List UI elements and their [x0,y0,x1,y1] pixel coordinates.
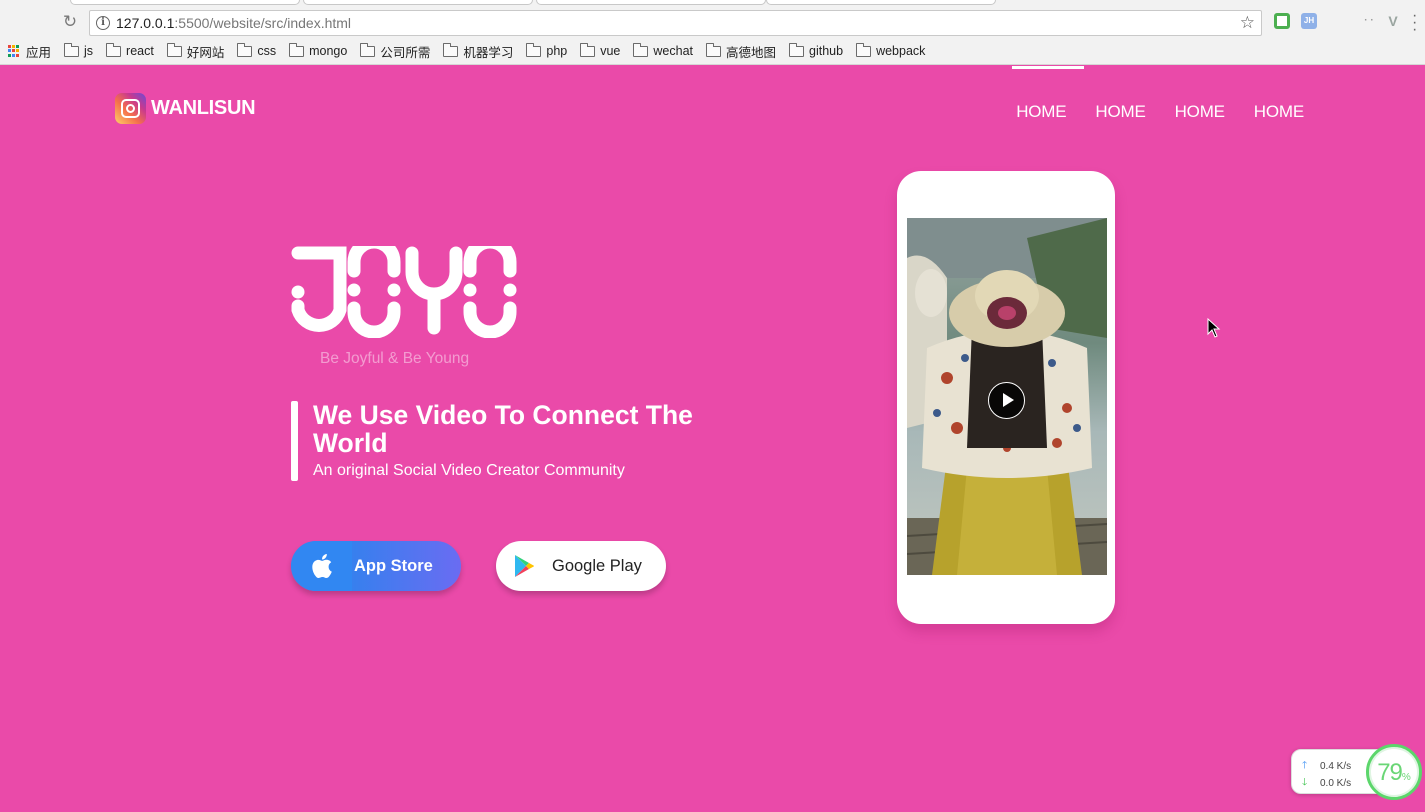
cpu-usage-gauge[interactable]: 79% [1366,744,1422,800]
extension-dots-icon[interactable]: · · [1359,13,1379,29]
folder-icon [705,42,721,57]
bookmark-label: vue [600,44,621,58]
folder-icon [526,42,542,57]
google-play-label: Google Play [552,556,642,575]
url-text[interactable]: 127.0.0.1:5500/website/src/index.html [116,15,351,31]
bookmark-label: 好网站 [186,45,225,60]
bookmarks-bar: 应用 js react 好网站 css mongo 公司所需 机器学习 php … [8,42,938,60]
download-speed: 0.0 K/s [1320,778,1352,789]
bookmark-label: php [546,44,568,58]
headline: We Use Video To Connect The World [313,400,693,458]
bookmark-folder-wechat[interactable]: wechat [633,42,693,58]
folder-icon [443,42,459,57]
folder-icon [633,42,649,57]
download-arrow-icon: 🡓 [1302,777,1308,788]
folder-icon [855,42,872,57]
nav-item-home-3[interactable]: HOME [1175,102,1225,122]
reload-icon[interactable]: ↻ [61,13,79,31]
site-logo[interactable]: WANLISUN [115,93,256,124]
headline-block: We Use Video To Connect The World An ori… [291,400,713,481]
apple-icon [291,541,352,591]
mouse-cursor-icon [1207,317,1221,343]
folder-icon [788,42,805,57]
bookmark-apps[interactable]: 应用 [8,42,51,61]
browser-chrome: ↻ i 127.0.0.1:5500/website/src/index.htm… [0,0,1425,65]
video-preview[interactable] [907,218,1107,575]
url-host: 127.0.0.1 [116,15,175,31]
bookmark-label: 机器学习 [463,45,514,60]
bookmark-label: 应用 [26,45,52,60]
folder-icon [63,42,80,57]
upload-speed-row: 🡑 0.4 K/s [1302,758,1351,775]
bookmark-folder-good-sites[interactable]: 好网站 [166,42,225,61]
upload-arrow-icon: 🡑 [1302,760,1308,771]
bookmark-label: 公司所需 [380,45,431,60]
cpu-percent-value: 79 [1377,759,1403,786]
folder-icon [288,42,305,57]
bookmark-label: wechat [653,44,693,58]
bookmark-label: 高德地图 [726,45,777,60]
joyo-wordmark [290,235,518,343]
extension-jh-icon[interactable]: JH [1301,13,1317,29]
app-store-button[interactable]: App Store [291,541,461,591]
browser-tab[interactable] [70,0,300,5]
bookmark-folder-machine-learning[interactable]: 机器学习 [443,42,513,61]
tagline: Be Joyful & Be Young [320,350,470,367]
bookmark-folder-css[interactable]: css [237,42,277,58]
instagram-camera-icon [115,93,146,124]
browser-tab[interactable] [303,0,533,5]
subheadline: An original Social Video Creator Communi… [313,462,625,479]
headline-accent-bar [291,401,298,481]
bookmark-folder-amap[interactable]: 高德地图 [705,42,777,61]
bookmark-label: css [257,44,277,58]
cpu-percent-sign: % [1401,772,1411,783]
download-speed-row: 🡓 0.0 K/s [1302,775,1351,792]
tab-strip [0,0,1425,6]
nav-item-home-4[interactable]: HOME [1254,102,1304,122]
app-store-label: App Store [354,556,433,575]
bookmark-folder-github[interactable]: github [788,42,844,58]
logo-text: WANLISUN [151,97,256,119]
browser-menu-icon[interactable]: · · · [1412,8,1418,38]
nav-item-home-1[interactable]: HOME [1016,102,1066,122]
main-nav: HOME HOME HOME HOME [1016,102,1304,122]
info-icon[interactable]: i [96,16,110,30]
bookmark-folder-vue[interactable]: vue [579,42,621,58]
address-bar[interactable]: i 127.0.0.1:5500/website/src/index.html … [89,10,1262,36]
vue-devtools-icon[interactable]: V [1385,13,1401,29]
nav-active-indicator [1012,66,1084,69]
play-icon[interactable] [988,382,1025,419]
bookmark-folder-react[interactable]: react [105,42,154,58]
extension-green-square-icon[interactable] [1274,13,1290,29]
bookmark-label: mongo [309,44,348,58]
upload-speed: 0.4 K/s [1320,761,1352,772]
google-play-button[interactable]: Google Play [496,541,666,591]
folder-icon [105,42,122,57]
folder-icon [166,42,182,57]
browser-tab[interactable] [766,0,996,5]
bookmark-label: webpack [876,44,926,58]
bookmark-label: js [84,44,94,58]
folder-icon [579,42,596,57]
bookmark-star-icon[interactable]: ☆ [1240,13,1255,33]
bookmark-folder-webpack[interactable]: webpack [855,42,926,58]
folder-icon [237,42,253,57]
folder-icon [360,42,376,57]
bookmark-folder-php[interactable]: php [526,42,568,58]
bookmark-label: github [809,44,844,58]
bookmark-label: react [126,44,154,58]
phone-mockup [897,171,1115,624]
url-path: :5500/website/src/index.html [174,15,352,31]
bookmark-folder-js[interactable]: js [63,42,94,58]
google-play-icon [496,541,552,591]
nav-item-home-2[interactable]: HOME [1095,102,1145,122]
browser-tab[interactable] [536,0,766,5]
bookmark-folder-company[interactable]: 公司所需 [360,42,430,61]
bookmark-folder-mongo[interactable]: mongo [288,42,348,58]
apps-grid-icon [8,45,20,57]
